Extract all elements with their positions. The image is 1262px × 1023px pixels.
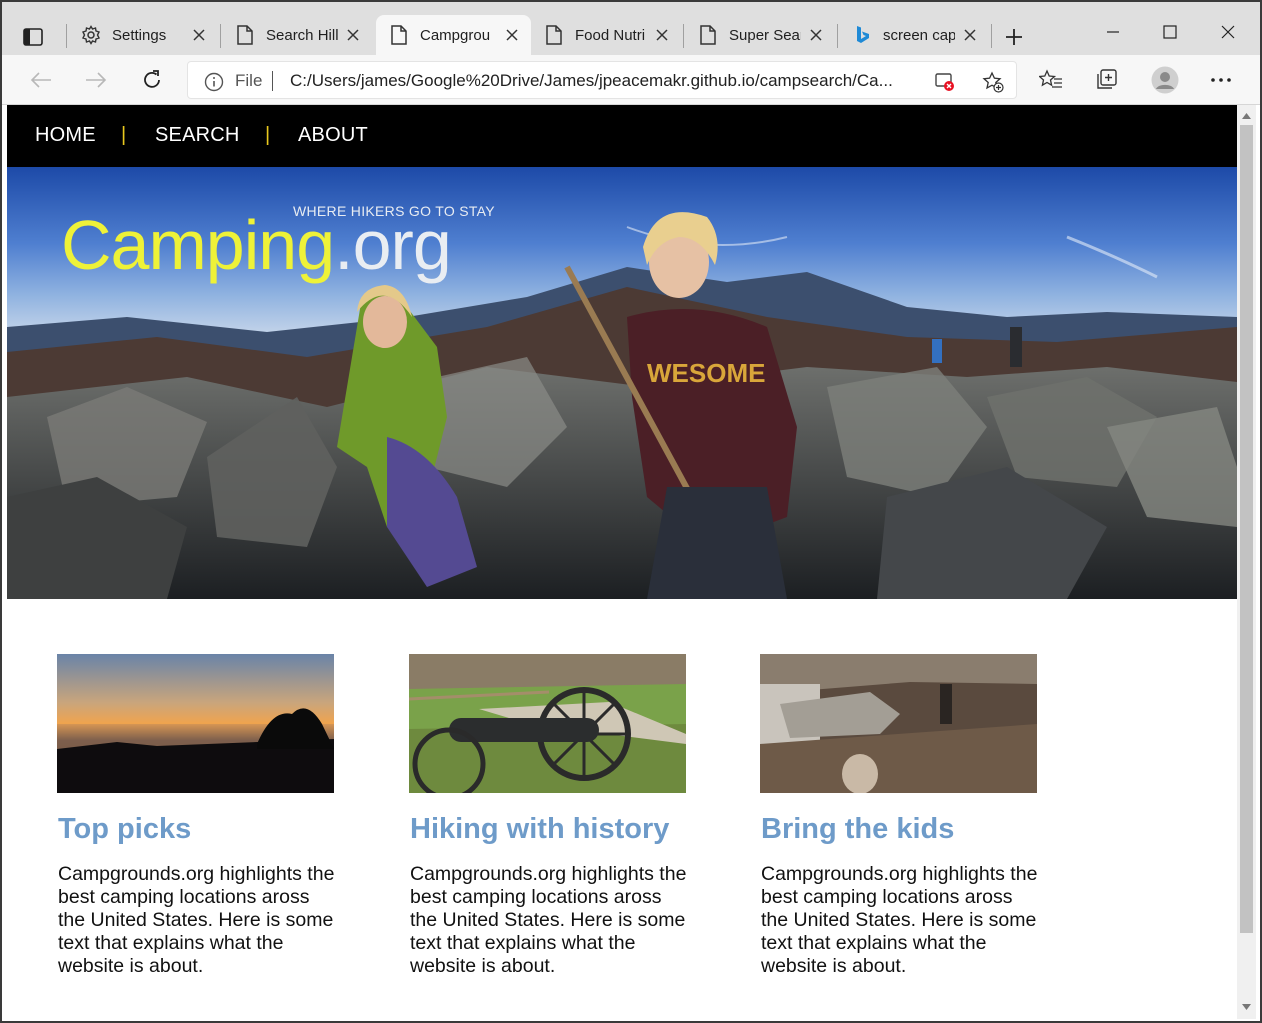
address-bar[interactable]: File C:/Users/james/Google%20Drive/James… (187, 61, 1017, 99)
vertical-scrollbar[interactable] (1237, 105, 1256, 1019)
logo-main-text: Camping (61, 206, 335, 284)
site-logo[interactable]: Camping.org (61, 205, 452, 285)
hero-banner: WESOME WHERE HIKERS GO TO STAY Camping.o… (7, 167, 1237, 599)
site-nav: HOME | SEARCH | ABOUT (7, 105, 1237, 167)
shirt-print: WESOME (647, 358, 765, 388)
favorites-icon[interactable] (1038, 67, 1064, 93)
tab-separator (683, 24, 684, 48)
card-image-sunset[interactable] (57, 654, 334, 793)
close-icon[interactable] (653, 26, 671, 44)
nav-search-link[interactable]: SEARCH (155, 124, 240, 147)
tab-title: Super Sear (729, 26, 801, 44)
browser-window: Settings Search Hill Campgrou Food Nutri (0, 0, 1262, 1023)
nav-separator: | (265, 124, 271, 146)
tab-search-hill[interactable]: Search Hill (222, 15, 372, 55)
info-icon[interactable] (204, 72, 224, 92)
back-arrow-icon[interactable] (28, 67, 54, 93)
address-separator (272, 71, 273, 91)
scroll-up-arrow-icon[interactable] (1241, 110, 1252, 121)
card-title-hiking-history[interactable]: Hiking with history (410, 813, 669, 846)
page-icon (234, 24, 256, 46)
tab-title: Settings (112, 26, 167, 44)
nav-about-link[interactable]: ABOUT (298, 124, 368, 147)
card-title-top-picks[interactable]: Top picks (58, 813, 191, 846)
close-icon[interactable] (961, 26, 979, 44)
window-close-icon[interactable] (1213, 20, 1243, 44)
tab-food-nutrition[interactable]: Food Nutri (531, 15, 681, 55)
tracking-blocked-icon[interactable] (934, 71, 956, 93)
scroll-down-arrow-icon[interactable] (1241, 1001, 1252, 1012)
nav-separator: | (121, 124, 127, 146)
close-icon[interactable] (503, 26, 521, 44)
tab-actions-icon[interactable] (16, 20, 50, 54)
page-icon (388, 24, 410, 46)
card-description: Campgrounds.org highlights the best camp… (761, 863, 1038, 977)
card-image-kids-cave[interactable] (760, 654, 1037, 793)
tab-strip: Settings Search Hill Campgrou Food Nutri (2, 2, 1260, 55)
forward-arrow-icon[interactable] (83, 67, 109, 93)
page-icon (543, 24, 565, 46)
page-viewport: HOME | SEARCH | ABOUT WESOME WHERE HIKER… (7, 105, 1237, 1019)
gear-icon (80, 24, 102, 46)
card-description: Campgrounds.org highlights the best camp… (58, 863, 335, 977)
maximize-icon[interactable] (1155, 20, 1185, 44)
tab-settings[interactable]: Settings (68, 15, 218, 55)
tab-separator (220, 24, 221, 48)
page-icon (697, 24, 719, 46)
card-title-bring-kids[interactable]: Bring the kids (761, 813, 954, 846)
bing-icon (851, 24, 873, 46)
file-scheme-label: File (235, 71, 263, 90)
tab-title: Campgrou (420, 26, 491, 44)
close-icon[interactable] (807, 26, 825, 44)
tab-title: screen cap (883, 26, 955, 44)
new-tab-icon[interactable] (1001, 24, 1027, 50)
tab-separator (66, 24, 67, 48)
tab-campgrounds[interactable]: Campgrou (376, 15, 531, 55)
tab-title: Search Hill (266, 26, 338, 44)
close-icon[interactable] (190, 26, 208, 44)
tab-screen-capture[interactable]: screen cap (839, 15, 989, 55)
browser-toolbar: File C:/Users/james/Google%20Drive/James… (2, 55, 1260, 105)
more-options-icon[interactable] (1208, 67, 1234, 93)
scroll-thumb[interactable] (1240, 125, 1253, 933)
logo-suffix-text: .org (334, 206, 452, 284)
profile-avatar-icon[interactable] (1151, 66, 1179, 94)
card-description: Campgrounds.org highlights the best camp… (410, 863, 687, 977)
card-image-cannon[interactable] (409, 654, 686, 793)
tab-title: Food Nutri (575, 26, 646, 44)
tab-separator (837, 24, 838, 48)
add-favorite-icon[interactable] (982, 71, 1004, 93)
nav-home-link[interactable]: HOME (35, 124, 96, 147)
refresh-icon[interactable] (139, 67, 165, 93)
url-text[interactable]: C:/Users/james/Google%20Drive/James/jpea… (290, 71, 910, 91)
tab-separator (991, 24, 992, 48)
close-icon[interactable] (344, 26, 362, 44)
collections-icon[interactable] (1094, 67, 1120, 93)
tab-super-search[interactable]: Super Sear (685, 15, 835, 55)
minimize-icon[interactable] (1098, 20, 1128, 44)
